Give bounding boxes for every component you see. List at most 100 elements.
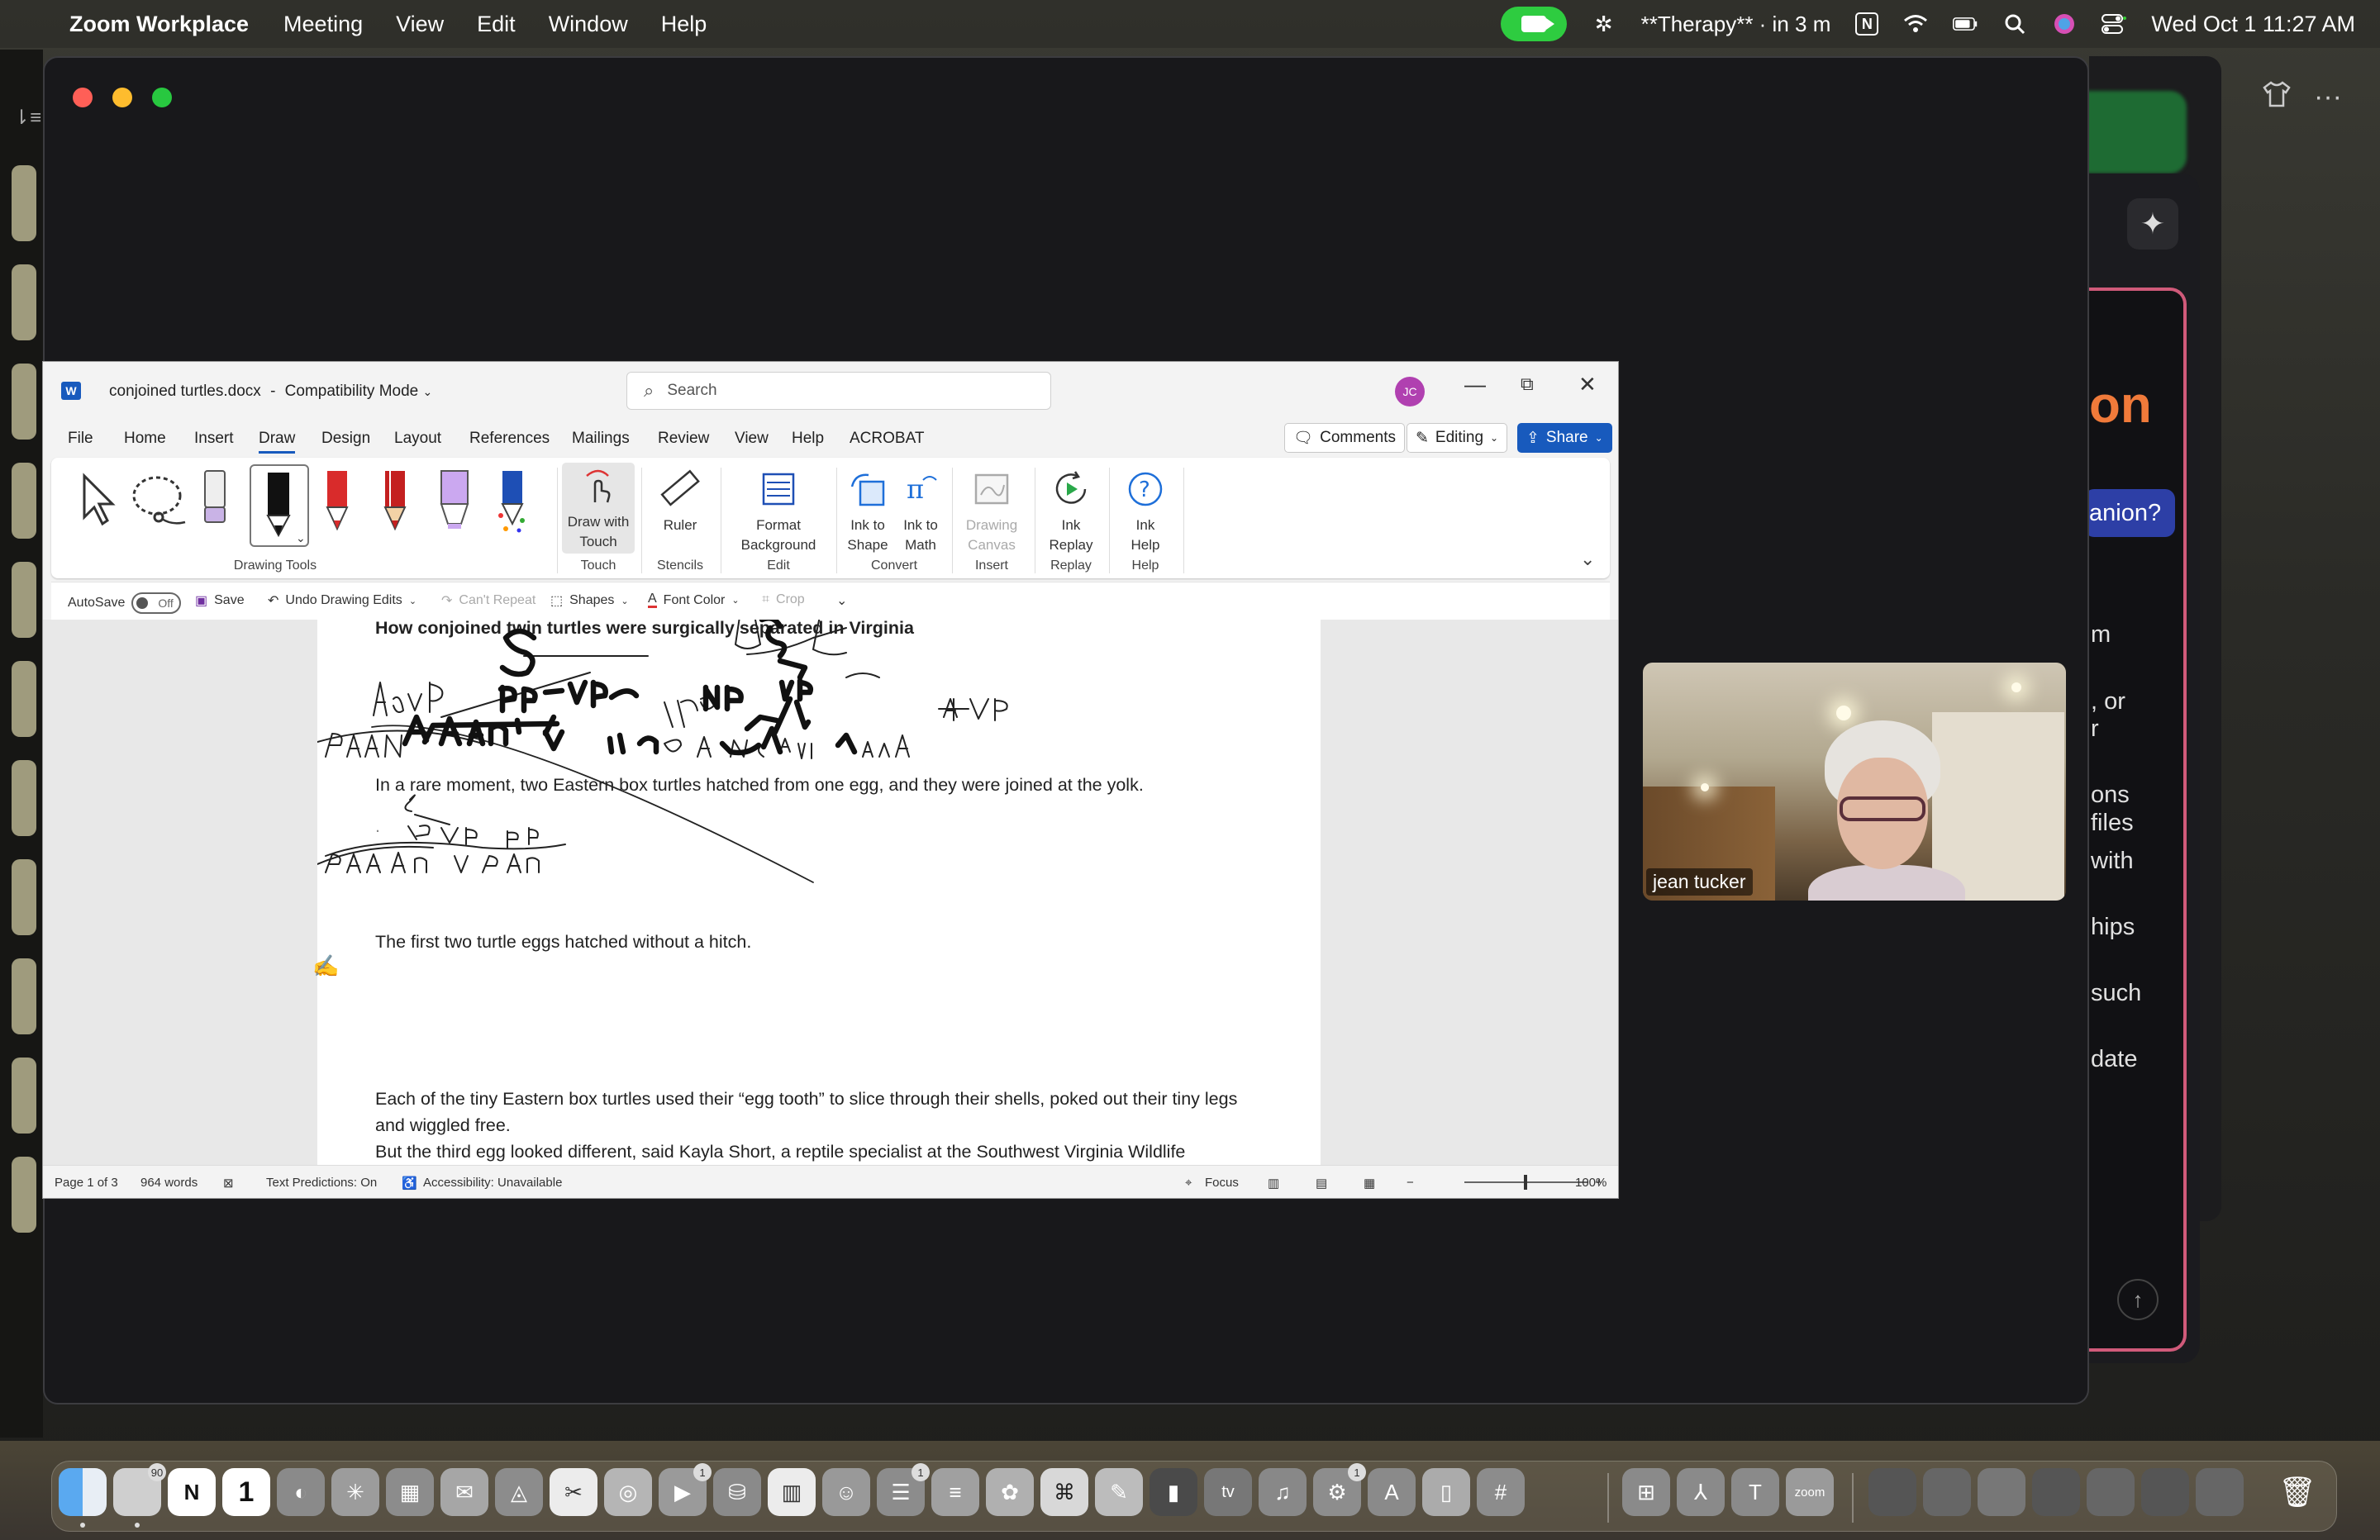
- photos-icon[interactable]: ✿: [986, 1468, 1034, 1516]
- ink-to-math-button[interactable]: π Ink to Math: [894, 463, 947, 555]
- customize-toolbar-chevron-icon[interactable]: ⌄: [836, 592, 847, 609]
- word-count[interactable]: 964 words: [140, 1176, 198, 1190]
- minimized-window-thumbnail[interactable]: [1978, 1468, 2025, 1516]
- zoom-slider[interactable]: [1464, 1175, 1588, 1190]
- left-strip-tab[interactable]: [12, 1058, 36, 1134]
- sort-icon[interactable]: ⇂≡: [13, 106, 41, 130]
- close-window-button[interactable]: [73, 88, 93, 107]
- document-page[interactable]: How conjoined twin turtles were surgical…: [317, 620, 1321, 1165]
- dark-red-pencil-icon[interactable]: [378, 466, 412, 535]
- left-strip-tab[interactable]: [12, 463, 36, 539]
- shapes-button[interactable]: ⬚ Shapes ⌄: [550, 592, 629, 609]
- system-settings-icon[interactable]: ⚙ 1: [1313, 1463, 1366, 1516]
- siri-icon[interactable]: [2052, 12, 2077, 36]
- ink-tool-cursor-icon[interactable]: ✍: [312, 953, 339, 979]
- facetime-icon[interactable]: ▶ 1: [659, 1463, 712, 1516]
- menu-window[interactable]: Window: [549, 12, 628, 37]
- undo-button[interactable]: ↶ Undo Drawing Edits ⌄: [268, 592, 416, 609]
- autosave-switch[interactable]: Off: [131, 592, 182, 614]
- zoom-window-button[interactable]: [152, 88, 172, 107]
- read-mode-icon[interactable]: ▥: [1268, 1176, 1279, 1191]
- slack-icon[interactable]: #: [1477, 1468, 1525, 1516]
- select-cursor-icon[interactable]: [76, 471, 117, 529]
- launchpad-icon[interactable]: ▦: [386, 1468, 434, 1516]
- left-strip-tab[interactable]: [12, 364, 36, 440]
- font-color-button[interactable]: A Font Color ⌄: [648, 592, 740, 608]
- menu-meeting[interactable]: Meeting: [283, 12, 363, 37]
- spotlight-search-icon[interactable]: [2002, 12, 2027, 36]
- eraser-icon[interactable]: [198, 466, 231, 532]
- minimized-window-thumbnail[interactable]: [1923, 1468, 1971, 1516]
- notion-menu-icon[interactable]: N: [1855, 12, 1879, 36]
- tab-acrobat[interactable]: ACROBAT: [850, 430, 924, 448]
- web-layout-icon[interactable]: ▦: [1364, 1176, 1375, 1191]
- drawing-canvas-button[interactable]: Drawing Canvas: [960, 463, 1023, 555]
- left-strip-tab[interactable]: [12, 760, 36, 836]
- menu-clock[interactable]: Wed Oct 1 11:27 AM: [2151, 12, 2355, 37]
- close-icon[interactable]: ✕: [1578, 372, 1597, 397]
- ruler-button[interactable]: Ruler: [651, 463, 709, 535]
- minimized-window-thumbnail[interactable]: [2196, 1468, 2244, 1516]
- minimized-window-thumbnail[interactable]: [2087, 1468, 2135, 1516]
- menu-view[interactable]: View: [396, 12, 444, 37]
- finder-icon[interactable]: [59, 1468, 107, 1528]
- tab-review[interactable]: Review: [658, 430, 709, 448]
- messages-bubble-icon[interactable]: 90: [113, 1463, 166, 1528]
- document-title[interactable]: conjoined turtles.docx - Compatibility M…: [109, 383, 432, 401]
- galaxy-pen-icon[interactable]: [494, 466, 531, 535]
- companion-send-icon[interactable]: ↑: [2117, 1279, 2159, 1320]
- arc-browser-icon[interactable]: ◐: [277, 1468, 325, 1516]
- left-strip-tab[interactable]: [12, 661, 36, 737]
- menu-edit[interactable]: Edit: [477, 12, 516, 37]
- minimized-window-thumbnail[interactable]: [2141, 1468, 2189, 1516]
- teams-icon[interactable]: T: [1731, 1468, 1779, 1516]
- battery-icon[interactable]: [1953, 12, 1978, 36]
- tab-view[interactable]: View: [735, 430, 769, 448]
- lasso-select-icon[interactable]: [131, 471, 190, 530]
- companion-suggestion-pill[interactable]: anion?: [2084, 489, 2175, 537]
- proofing-icon[interactable]: ⊠: [223, 1176, 234, 1191]
- minimize-icon[interactable]: —: [1464, 372, 1486, 397]
- acrobat-icon[interactable]: ⅄: [1677, 1468, 1725, 1516]
- zoom-meeting-camera-icon[interactable]: [1500, 7, 1567, 41]
- focus-mode-button[interactable]: Focus: [1205, 1176, 1239, 1190]
- print-layout-icon[interactable]: ▤: [1316, 1176, 1327, 1191]
- minimized-window-thumbnail[interactable]: [1868, 1468, 1916, 1516]
- ink-help-button[interactable]: ? Ink Help: [1114, 463, 1177, 555]
- left-strip-tab[interactable]: [12, 562, 36, 638]
- reminders-icon[interactable]: ☰ 1: [877, 1463, 930, 1516]
- minimize-window-button[interactable]: [112, 88, 132, 107]
- restore-icon[interactable]: ⧉: [1521, 373, 1534, 395]
- accessibility-status[interactable]: Accessibility: Unavailable: [423, 1176, 562, 1190]
- notes-list-icon[interactable]: ≡: [931, 1468, 979, 1516]
- mail-icon[interactable]: ✉: [440, 1468, 488, 1516]
- office-icon[interactable]: ▯: [1422, 1468, 1470, 1516]
- crop-button[interactable]: ⌗ Crop: [762, 592, 805, 607]
- perplexity-icon[interactable]: ✳: [331, 1468, 379, 1516]
- editing-mode-button[interactable]: ✎ Editing ⌄: [1407, 423, 1508, 453]
- tab-home[interactable]: Home: [124, 430, 166, 448]
- zoom-percentage[interactable]: 100%: [1575, 1176, 1606, 1190]
- tab-mailings[interactable]: Mailings: [572, 430, 630, 448]
- collapse-ribbon-chevron-icon[interactable]: ⌄: [1580, 549, 1595, 570]
- shirt-icon[interactable]: [2263, 81, 2291, 115]
- apple-tv-icon[interactable]: tv: [1204, 1468, 1252, 1516]
- comments-button[interactable]: 🗨 Comments: [1284, 423, 1405, 453]
- left-strip-tab[interactable]: [12, 165, 36, 241]
- calendar-icon[interactable]: 1: [222, 1468, 270, 1516]
- text-predictions-status[interactable]: Text Predictions: On: [266, 1176, 377, 1190]
- ink-replay-button[interactable]: Ink Replay: [1040, 463, 1102, 555]
- format-background-button[interactable]: Format Background: [729, 463, 828, 555]
- chatgpt-icon[interactable]: ⌘: [1040, 1468, 1088, 1516]
- participant-video-tile[interactable]: jean tucker: [1643, 663, 2066, 901]
- tab-references[interactable]: References: [469, 430, 550, 448]
- prompt-icon[interactable]: ▮: [1150, 1468, 1197, 1516]
- draw-with-touch-button[interactable]: Draw with Touch: [562, 463, 635, 554]
- ink-to-shape-button[interactable]: Ink to Shape: [841, 463, 894, 555]
- chrome-icon[interactable]: ◎: [604, 1468, 652, 1516]
- tab-layout[interactable]: Layout: [394, 430, 441, 448]
- page-count[interactable]: Page 1 of 3: [55, 1176, 118, 1190]
- left-strip-tab[interactable]: [12, 859, 36, 935]
- share-button[interactable]: ⇪ Share ⌄: [1517, 423, 1612, 453]
- save-button[interactable]: ▣ Save: [195, 592, 245, 609]
